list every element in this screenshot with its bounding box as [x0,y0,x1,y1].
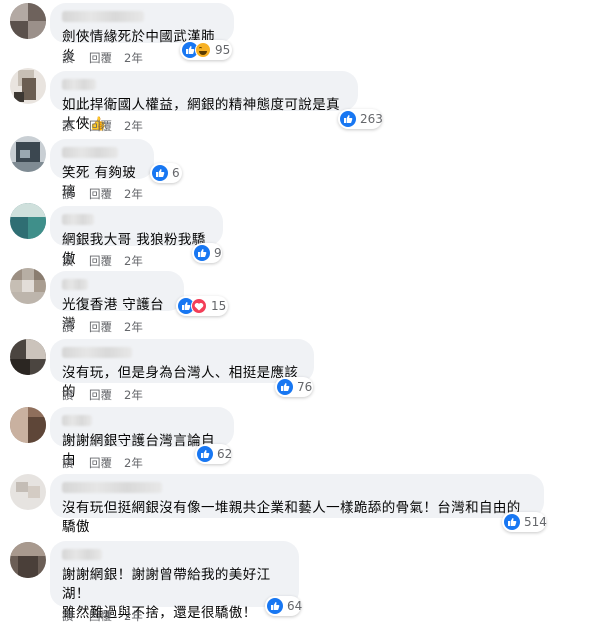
comment-bubble: 劍俠情緣死於中國武漢肺炎 [50,3,234,64]
reply-button[interactable]: 回覆 [89,456,112,470]
timestamp[interactable]: 2年 [124,119,143,133]
like-button[interactable]: 讚 [62,51,74,65]
like-icon [277,379,293,395]
reply-button[interactable]: 回覆 [89,187,112,201]
commenter-name-blurred[interactable] [62,214,94,225]
like-icon [197,446,213,462]
like-icon [194,245,210,261]
comment-text: 沒有玩但挺網銀沒有像一堆親共企業和藝人一樣跪舔的骨氣！台灣和自由的驕傲 [62,500,521,535]
comment-bubble: 沒有玩，但是身為台灣人、相挺是應該的 [50,339,314,400]
like-button[interactable]: 讚 [62,609,74,623]
comment-bubble: 如此捍衛國人權益，網銀的精神態度可說是真大俠👍 [50,71,358,132]
commenter-name-blurred[interactable] [62,279,88,290]
timestamp[interactable]: 2年 [124,254,143,268]
like-button[interactable]: 讚 [62,456,74,470]
comment-bubble: 笑死 有夠玻璃 [50,139,154,200]
avatar[interactable] [10,268,46,304]
like-button[interactable]: 讚 [62,254,74,268]
avatar[interactable] [10,339,46,375]
comment-text: 光復香港 守護台灣 [62,297,164,332]
reaction-count: 64 [287,599,303,613]
haha-icon [195,42,211,58]
reaction-count: 95 [215,43,231,57]
reaction-summary[interactable]: 95 [180,40,232,60]
reaction-summary[interactable]: 263 [338,109,383,129]
timestamp[interactable]: 2年 [124,456,143,470]
reaction-count: 62 [217,447,233,461]
reply-button[interactable]: 回覆 [89,320,112,334]
like-icon [267,598,283,614]
reaction-summary[interactable]: 64 [265,596,303,616]
commenter-name-blurred[interactable] [62,415,92,426]
reaction-count: 263 [360,112,383,126]
like-button[interactable]: 讚 [62,119,74,133]
love-icon [191,298,207,314]
commenter-name-blurred[interactable] [62,347,132,358]
reply-button[interactable]: 回覆 [89,609,112,623]
avatar[interactable] [10,407,46,443]
timestamp[interactable]: 2年 [124,187,143,201]
reaction-summary[interactable]: 514 [502,512,547,532]
commenter-name-blurred[interactable] [62,147,118,158]
commenter-name-blurred[interactable] [62,79,96,90]
reaction-count: 15 [211,299,227,313]
reaction-summary[interactable]: 9 [192,243,222,263]
reaction-count: 514 [524,515,547,529]
reaction-count: 76 [297,380,313,394]
comment-bubble: 謝謝網銀！謝謝曾帶給我的美好江湖！ 雖然難過與不捨，還是很驕傲！ [50,541,299,621]
avatar[interactable] [10,3,46,39]
reply-button[interactable]: 回覆 [89,51,112,65]
commenter-name-blurred[interactable] [62,549,102,560]
reply-button[interactable]: 回覆 [89,388,112,402]
avatar[interactable] [10,203,46,239]
commenter-name-blurred[interactable] [62,482,162,493]
avatar[interactable] [10,474,46,510]
like-button[interactable]: 讚 [62,320,74,334]
reaction-count: 9 [214,246,222,260]
reaction-summary[interactable]: 15 [176,296,228,316]
like-button[interactable]: 讚 [62,388,74,402]
like-icon [340,111,356,127]
reaction-summary[interactable]: 76 [275,377,313,397]
like-button[interactable]: 讚 [62,187,74,201]
reply-button[interactable]: 回覆 [89,119,112,133]
reaction-count: 6 [172,166,180,180]
reply-button[interactable]: 回覆 [89,254,112,268]
like-icon [504,514,520,530]
timestamp[interactable]: 2年 [124,320,143,334]
reaction-summary[interactable]: 62 [195,444,233,464]
avatar[interactable] [10,68,46,104]
reaction-summary[interactable]: 6 [150,163,182,183]
comment-bubble: 光復香港 守護台灣 [50,271,184,332]
comment-bubble: 謝謝網銀守護台灣言論自由 [50,407,234,468]
avatar[interactable] [10,136,46,172]
timestamp[interactable]: 2年 [124,388,143,402]
comment-bubble: 沒有玩但挺網銀沒有像一堆親共企業和藝人一樣跪舔的骨氣！台灣和自由的驕傲 [50,474,544,535]
comment-bubble: 網銀我大哥 我狼粉我驕傲 [50,206,223,267]
like-icon [152,165,168,181]
timestamp[interactable]: 2年 [124,51,143,65]
timestamp[interactable]: 2年 [124,609,143,623]
commenter-name-blurred[interactable] [62,11,144,22]
avatar[interactable] [10,542,46,578]
